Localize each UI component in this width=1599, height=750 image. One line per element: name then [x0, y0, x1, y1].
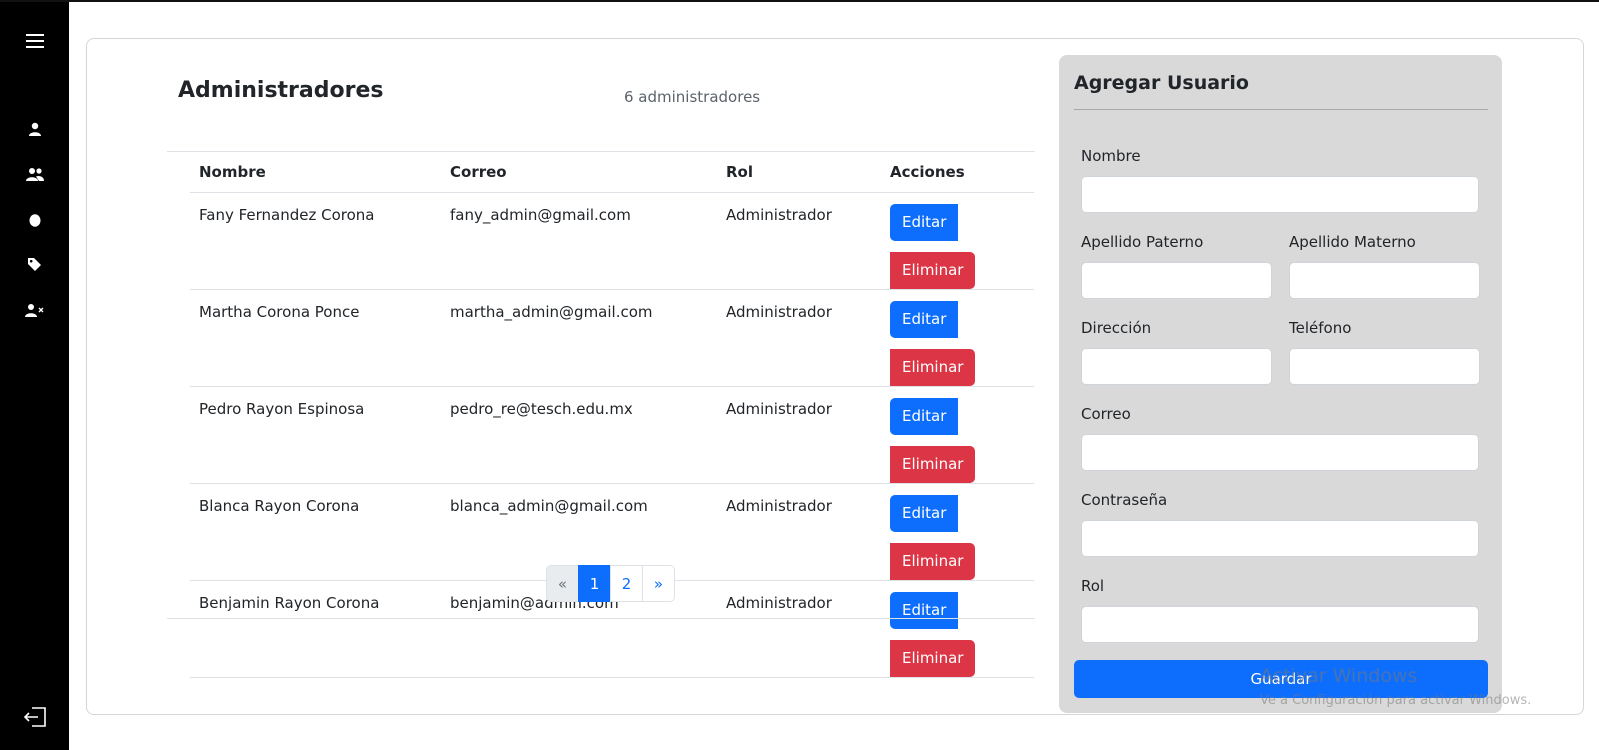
cell-actions: Editar Eliminar [881, 386, 1034, 484]
cell-actions: Editar Eliminar [881, 192, 1034, 290]
apellido-materno-input[interactable] [1289, 262, 1480, 299]
rol-input[interactable] [1081, 606, 1479, 643]
pagination: « 1 2 » [546, 565, 675, 602]
delete-button[interactable]: Eliminar [890, 446, 976, 483]
cell-name: Pedro Rayon Espinosa [190, 386, 441, 484]
delete-button[interactable]: Eliminar [890, 349, 976, 386]
cell-email: pedro_re@tesch.edu.mx [441, 386, 717, 484]
divider [167, 618, 1035, 619]
tag-icon[interactable] [0, 256, 69, 272]
menu-icon[interactable] [0, 30, 69, 52]
cell-actions: Editar Eliminar [881, 483, 1034, 581]
cell-role: Administrador [717, 386, 881, 484]
edit-button[interactable]: Editar [890, 301, 959, 338]
cell-role: Administrador [717, 192, 881, 290]
column-header-correo: Correo [441, 152, 717, 193]
page-title: Administradores [178, 78, 384, 103]
users-icon[interactable] [0, 166, 69, 182]
rol-label: Rol [1081, 577, 1105, 595]
nombre-input[interactable] [1081, 176, 1479, 213]
sidebar [0, 2, 69, 750]
edit-button[interactable]: Editar [890, 204, 959, 241]
pagination-next[interactable]: » [642, 565, 675, 602]
cell-role: Administrador [717, 289, 881, 387]
correo-label: Correo [1081, 405, 1131, 423]
contrasena-label: Contraseña [1081, 491, 1168, 509]
table-row: Pedro Rayon Espinosa pedro_re@tesch.edu.… [190, 386, 1034, 484]
windows-activation-watermark-title: Activar Windows [1260, 665, 1418, 687]
table-row: Fany Fernandez Corona fany_admin@gmail.c… [190, 192, 1034, 290]
column-header-nombre: Nombre [190, 152, 441, 193]
cell-name: Fany Fernandez Corona [190, 192, 441, 290]
add-user-panel: Agregar Usuario Nombre Apellido Paterno … [1059, 55, 1502, 713]
delete-button[interactable]: Eliminar [890, 640, 976, 677]
telefono-input[interactable] [1289, 348, 1480, 385]
delete-button[interactable]: Eliminar [890, 252, 976, 289]
table-row: Martha Corona Ponce martha_admin@gmail.c… [190, 289, 1034, 387]
logout-icon[interactable] [0, 706, 69, 728]
contrasena-input[interactable] [1081, 520, 1479, 557]
direccion-input[interactable] [1081, 348, 1272, 385]
cell-email: martha_admin@gmail.com [441, 289, 717, 387]
pagination-page-2[interactable]: 2 [610, 565, 643, 602]
telefono-label: Teléfono [1289, 319, 1352, 337]
column-header-rol: Rol [717, 152, 881, 193]
user-remove-icon[interactable] [0, 302, 69, 318]
nombre-label: Nombre [1081, 147, 1141, 165]
pagination-prev[interactable]: « [546, 565, 579, 602]
user-icon[interactable] [0, 121, 69, 137]
admin-count: 6 administradores [624, 88, 761, 106]
cell-name: Martha Corona Ponce [190, 289, 441, 387]
cell-role: Administrador [717, 580, 881, 678]
cell-actions: Editar Eliminar [881, 580, 1034, 678]
cell-name: Blanca Rayon Corona [190, 483, 441, 581]
cell-email: fany_admin@gmail.com [441, 192, 717, 290]
table-header-row: Nombre Correo Rol Acciones [190, 152, 1034, 193]
apellido-paterno-label: Apellido Paterno [1081, 233, 1204, 251]
cell-name: Benjamin Rayon Corona [190, 580, 441, 678]
edit-button[interactable]: Editar [890, 495, 959, 532]
windows-activation-watermark-text: Ve a Configuración para activar Windows. [1260, 693, 1532, 708]
edit-button[interactable]: Editar [890, 592, 959, 629]
apellido-materno-label: Apellido Materno [1289, 233, 1416, 251]
edit-button[interactable]: Editar [890, 398, 959, 435]
direccion-label: Dirección [1081, 319, 1152, 337]
correo-input[interactable] [1081, 434, 1479, 471]
apellido-paterno-input[interactable] [1081, 262, 1272, 299]
cell-actions: Editar Eliminar [881, 289, 1034, 387]
cell-role: Administrador [717, 483, 881, 581]
delete-button[interactable]: Eliminar [890, 543, 976, 580]
form-divider [1074, 109, 1488, 110]
pagination-page-1[interactable]: 1 [578, 565, 611, 602]
column-header-acciones: Acciones [881, 152, 1034, 193]
form-title: Agregar Usuario [1074, 72, 1249, 94]
egg-icon[interactable] [0, 211, 69, 227]
